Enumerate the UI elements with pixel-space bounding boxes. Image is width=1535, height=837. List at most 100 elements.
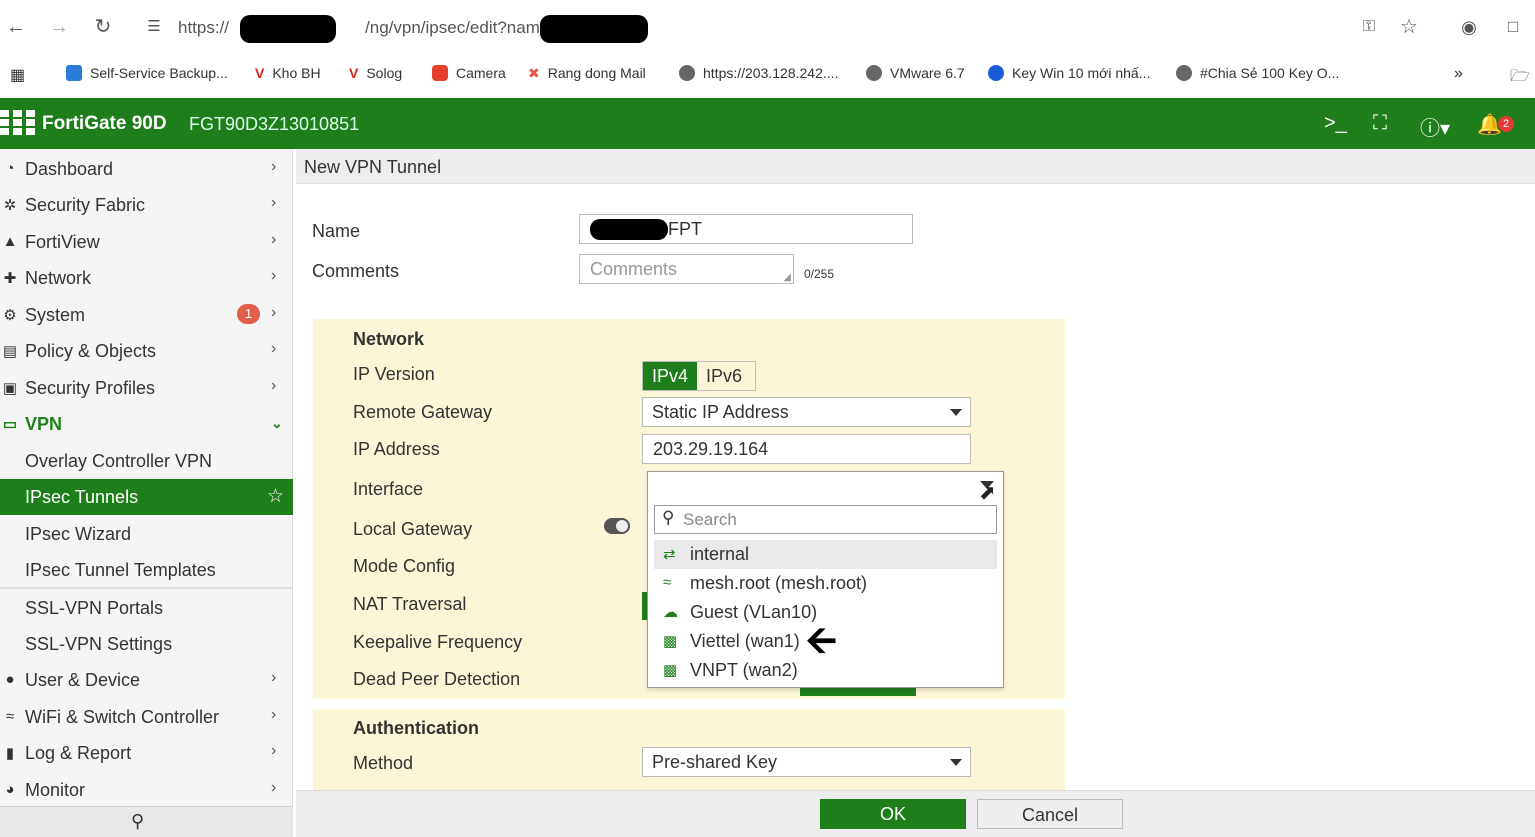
interface-search-input[interactable]: ⚲ Search [654,505,997,534]
sidebar-item-security-fabric[interactable]: ✲ Security Fabric › [0,187,293,223]
option-label: VNPT (wan2) [690,660,798,680]
mode-config-label: Mode Config [353,556,456,576]
bookmarks-bar: ▦ Self-Service Backup... V Kho BH V Solog … [0,56,1535,92]
cancel-button[interactable]: Cancel [977,799,1123,829]
comments-placeholder: Comments [590,259,678,279]
fullscreen-icon[interactable]: ⛶ [1373,112,1387,135]
interface-option-mesh-root[interactable]: ≈ mesh.root (mesh.root) [654,569,997,598]
forward-icon[interactable]: → [48,16,70,38]
sidebar-item-ssl-vpn-portals[interactable]: SSL-VPN Portals [0,590,293,626]
dead-peer-detection-label: Dead Peer Detection [353,669,521,689]
sidebar-item-overlay-controller-vpn[interactable]: Overlay Controller VPN [0,443,293,479]
sidebar-item-wifi-switch-controller[interactable]: ≈ WiFi & Switch Controller › [0,699,293,735]
fabric-icon: ✲ [3,197,17,214]
globe-icon [679,65,695,81]
keepalive-frequency-label: Keepalive Frequency [353,632,523,652]
bookmark-item[interactable]: #Chia Sẻ 100 Key O... [1176,65,1339,81]
address-bar[interactable]: https:// /ng/vpn/ipsec/edit?name= [178,18,559,38]
extensions-icon[interactable]: □ [1502,16,1524,38]
sidebar-item-ssl-vpn-settings[interactable]: SSL-VPN Settings [0,626,293,662]
ipv6-option[interactable]: IPv6 [697,362,751,390]
bookmark-label: https://203.128.242.... [703,65,839,81]
redaction-mark [240,15,336,43]
chevron-right-icon: › [271,706,277,723]
switch-icon: ⇄ [663,546,676,563]
sidebar-item-user-device[interactable]: ● User & Device › [0,662,293,698]
v-logo-icon: V [349,65,359,81]
page-title-bar: New VPN Tunnel [296,149,1535,184]
sidebar-item-system[interactable]: ⚙ System 1 › [0,297,293,333]
sidebar-item-log-report[interactable]: ▮ Log & Report › [0,735,293,771]
method-value: Pre-shared Key [652,752,778,772]
sidebar-item-policy-objects[interactable]: ▤ Policy & Objects › [0,333,293,369]
help-icon[interactable]: ⓘ▾ [1420,112,1450,141]
ip-address-value: 203.29.19.164 [653,439,769,459]
method-select[interactable]: Pre-shared Key [642,747,971,777]
back-icon[interactable]: ← [5,16,27,38]
sidebar-item-dashboard[interactable]: ◔ Dashboard › [0,151,293,187]
password-key-icon[interactable]: ⚿ [1358,16,1380,38]
status-badge: 1 [237,304,260,324]
sidebar-item-label: FortiView [25,232,100,252]
sidebar-item-ipsec-tunnels[interactable]: IPsec Tunnels ☆ [0,479,293,515]
bookmark-item[interactable]: Key Win 10 mới nhấ... [988,65,1150,81]
sidebar-item-fortiview[interactable]: ▲ FortiView › [0,224,293,260]
sidebar-item-vpn[interactable]: ▭ VPN ⌄ [0,406,293,442]
pie-icon: ◕ [5,781,15,798]
reload-icon[interactable]: ↻ [92,16,114,38]
globe-icon [1176,65,1192,81]
sidebar-item-ipsec-wizard[interactable]: IPsec Wizard [0,516,293,552]
page-title: New VPN Tunnel [304,157,442,177]
arrow-pointer-icon: 🡨 [806,620,837,662]
v-logo-icon: V [255,65,265,81]
search-placeholder: Search [683,510,737,529]
remote-gateway-select[interactable]: Static IP Address [642,397,971,427]
user-icon: ● [5,671,15,688]
profile-icon[interactable]: ◉ [1458,16,1480,38]
sidebar-item-label: Network [25,268,92,288]
more-bookmarks-icon[interactable]: » [1454,65,1463,83]
chart-icon: ▲ [2,233,18,250]
cli-console-icon[interactable]: >_ [1324,112,1347,135]
star-icon[interactable]: ☆ [1398,16,1420,38]
chevron-right-icon: › [271,340,277,357]
bookmark-item[interactable]: https://203.128.242.... [679,65,838,81]
apps-grid-icon[interactable]: ▦ [10,65,25,85]
ok-button[interactable]: OK [820,799,966,829]
sidebar-item-security-profiles[interactable]: ▣ Security Profiles › [0,370,293,406]
bookmark-item[interactable]: Camera [432,65,506,81]
device-name: FortiGate 90D [42,113,167,134]
sidebar-item-label: System [25,305,86,325]
sidebar-item-network[interactable]: ✚ Network › [0,260,293,296]
bookmark-item[interactable]: Self-Service Backup... [66,65,228,81]
globe-icon [866,65,882,81]
ip-address-field[interactable]: 203.29.19.164 [642,434,971,464]
local-gateway-label: Local Gateway [353,519,473,539]
sidebar-item-ipsec-tunnel-templates[interactable]: IPsec Tunnel Templates [0,552,293,588]
bookmark-item[interactable]: V Kho BH [255,65,321,81]
bookmark-item[interactable]: VMware 6.7 [866,65,965,81]
url-prefix: https:// [178,18,230,37]
serial-number: FGT90D3Z13010851 [189,114,360,134]
option-label: Guest (VLan10) [690,602,818,622]
site-info-icon[interactable]: ☰ [143,16,165,38]
sidebar-item-label: IPsec Tunnels [25,487,139,507]
local-gateway-toggle[interactable] [604,518,630,534]
method-label: Method [353,753,414,773]
bookmark-item[interactable]: ✖ Rang dong Mail [528,65,646,82]
sidebar-item-label: User & Device [25,670,141,690]
comments-field[interactable]: Comments ◢ [579,254,794,284]
ipv4-option[interactable]: IPv4 [643,362,698,390]
star-icon[interactable]: ☆ [267,485,284,508]
name-value: FPT [668,219,702,239]
folder-icon[interactable]: 🗁 [1510,65,1530,92]
sidebar-item-label: Dashboard [25,159,114,179]
bookmark-item[interactable]: V Solog [349,65,402,81]
bookmark-label: Rang dong Mail [547,65,646,81]
sidebar-item-monitor[interactable]: ◕ Monitor › [0,772,293,808]
resize-handle-icon[interactable]: ◢ [783,272,791,283]
sidebar-search-bar[interactable]: ⚲ [0,806,293,837]
ip-address-label: IP Address [353,439,440,459]
interface-option-internal[interactable]: ⇄ internal [654,540,997,569]
fortigate-header: FortiGate 90D FGT90D3Z13010851 >_ ⛶ ⓘ▾ 🔔 [0,98,1535,149]
